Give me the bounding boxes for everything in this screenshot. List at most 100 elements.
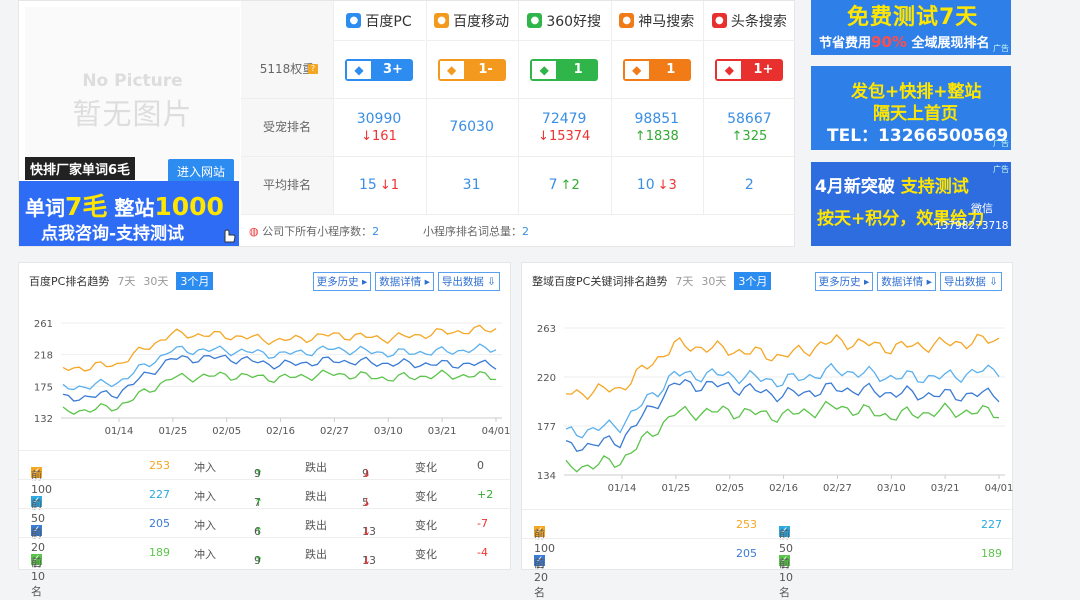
y-tick-label: 134 [537,471,556,482]
out-label: 跌出 [305,519,327,532]
row-label-weight: 5118权重 [241,41,333,98]
rank-value[interactable]: 76030 [449,119,494,135]
export-data-button[interactable]: 导出数据 ⇩ [939,272,1002,291]
rank-value[interactable]: 58667 [727,111,772,127]
tab-3m[interactable]: 3个月 [734,272,772,290]
stat-row: ✓ 前10名 189 冲入 9 ↑ 跌出 13 ↓ 变化 -4 [19,537,512,598]
engine-col: ● 神马搜索 ◆ 1 98851 ↑1838 10 ↓3 [610,1,703,214]
export-data-button[interactable]: 导出数据 ⇩ [437,272,500,291]
data-detail-button[interactable]: 数据详情 ▸ [375,272,434,291]
ad2-phone: TEL：13266500569 [827,126,1009,146]
mini-program-count: ◍ 公司下所有小程序数：2 [249,223,379,239]
chart-panel-left: 百度PC排名趋势 7天 30天 3个月 更多历史 ▸ 数据详情 ▸ 导出数据 ⇩… [18,262,512,598]
chg-label: 变化 [415,461,437,474]
ad3-line1b: 支持测试 [900,177,969,197]
ad3-wechat-id: 13798273718 [935,220,1009,232]
stat-value: 227 [981,518,1002,531]
y-tick-label: 177 [537,422,556,433]
engine-header[interactable]: ● 百度PC [333,1,425,41]
stat-row: ✓前20名205冲入6 ↑跌出13 ↓变化-7 [19,508,512,569]
stat-row: ✓前50名227冲入7 ↑跌出5 ↓变化+2 [19,479,512,540]
x-tick-label: 02/05 [212,426,241,437]
rank-table: 5118权重 受宠排名 平均排名 ? ● 百度PC ◆ 3+ 30990 ↓161 15 ↓1… [241,1,796,248]
tab-30d[interactable]: 30天 [143,273,168,289]
rank-change: ↓15374 [538,128,591,144]
stat-value: 253 [149,459,170,472]
chg-label: 变化 [415,519,437,532]
site-thumbnail: No Picture 暂无图片 快排厂家单词6毛 进入网站 [25,7,240,184]
avg-change: ↓1 [379,177,399,193]
y-tick-label: 175 [34,382,53,393]
footer1-value[interactable]: 2 [372,225,379,238]
weight-badge[interactable]: ◆ 1- [437,58,506,81]
footer2-value[interactable]: 2 [522,225,529,238]
ad1-percent: 90% [871,33,907,51]
trend-chart-left: 132 175 218 261 01/14 01/25 02/05 02/16 02/27 03/… [34,319,511,437]
engine-name: 神马搜索 [638,13,695,30]
y-tick-label: 220 [537,373,556,384]
rank-value[interactable]: 72479 [542,111,587,127]
toutiao-icon: ● [711,13,727,28]
ad1-text: 节省费用 [819,36,872,51]
more-history-button[interactable]: 更多历史 ▸ [814,272,874,291]
ad-cta: 点我咨询-支持测试 [41,224,185,244]
avg-value: 10 [636,177,655,193]
weight-badge[interactable]: ◆ 3+ [345,58,413,81]
out-label: 跌出 [305,461,327,474]
avg-change: ↑2 [560,177,580,193]
chg-label: 变化 [415,490,437,503]
engine-header[interactable]: ● 360好搜 [518,1,611,41]
in-label: 冲入 [194,548,216,561]
y-tick-label: 218 [34,351,53,362]
ad-banner-right-2[interactable]: 发包+快排+整站 隔天上首页 TEL：13266500569 广告 [811,66,1011,150]
ad-banner-left[interactable]: 单词7毛 整站1000 点我咨询-支持测试 [19,181,239,246]
engine-header[interactable]: ● 神马搜索 [610,1,703,41]
ad-banner-right-3[interactable]: 4月新突破 支持测试 按天+积分，效果给力 微信 13798273718 广告 [811,162,1011,246]
rank-value[interactable]: 98851 [635,111,680,127]
engine-col: ● 头条搜索 ◆ 1+ 58667 ↑325 2 [703,1,796,214]
row-label-avg: 平均排名 [241,156,333,214]
x-tick-label: 01/25 [158,426,187,437]
baidu-paw-icon: ◆ [437,58,466,81]
stat-row: ✓ 前20名 205 ✓ 前10名 189 [522,538,1014,599]
weight-badge[interactable]: ◆ 1+ [715,58,784,81]
engine-header[interactable]: ● 头条搜索 [703,1,796,41]
tab-30d[interactable]: 30天 [701,273,726,289]
weight-value: 1 [650,58,691,81]
weight-badge[interactable]: ◆ 1 [622,58,691,81]
engine-header[interactable]: ● 百度移动 [425,1,518,41]
stat-value: 189 [981,547,1002,560]
weight-value: 3+ [373,58,413,81]
chart-panel-right: 整域百度PC关键词排名趋势 7天 30天 3个月 更多历史 ▸ 数据详情 ▸ 导… [521,262,1014,599]
tab-3m[interactable]: 3个月 [176,272,214,290]
in-label: 冲入 [194,519,216,532]
series-line [62,324,497,372]
engine-name: 头条搜索 [730,13,787,30]
tab-7d[interactable]: 7天 [117,273,135,289]
ad1-text-2: 全域展现排名 [911,36,990,51]
x-tick-label: 02/27 [823,483,852,494]
stat-row: ✓前100名253冲入9 ↑跌出9 ↓变化0 [19,450,512,511]
data-detail-button[interactable]: 数据详情 ▸ [877,272,936,291]
mini-program-words: 小程序排名词总量：2 [423,223,529,239]
x-tick-label: 02/16 [266,426,295,437]
weight-badge[interactable]: ◆ 1 [530,58,599,81]
rank-value[interactable]: 30990 [357,111,402,127]
series-line [565,333,1000,401]
out-label: 跌出 [305,490,327,503]
engine-col: ● 360好搜 ◆ 1 72479 ↓15374 7 ↑2 [518,1,611,214]
stat-value: 205 [736,547,757,560]
avg-value: 15 [358,177,377,193]
chg-value: -4 [477,546,488,559]
more-history-button[interactable]: 更多历史 ▸ [312,272,372,291]
ad-banner-right-1[interactable]: 免费测试7天 节省费用90% 全域展现排名 广告 [811,0,1011,55]
stat-row: ✓前100名253✓前50名227 [522,509,1014,570]
tab-7d[interactable]: 7天 [675,273,693,289]
chart-title: 整域百度PC关键词排名趋势 [532,275,668,288]
chg-label: 变化 [415,548,437,561]
engine-col: ● 百度移动 ◆ 1- 76030 31 [425,1,518,214]
shenma-icon: ● [619,13,635,28]
footer2-label: 小程序排名词总量： [423,225,522,238]
360-search-icon: ◆ [530,58,559,81]
help-icon[interactable]: ? [308,64,318,74]
